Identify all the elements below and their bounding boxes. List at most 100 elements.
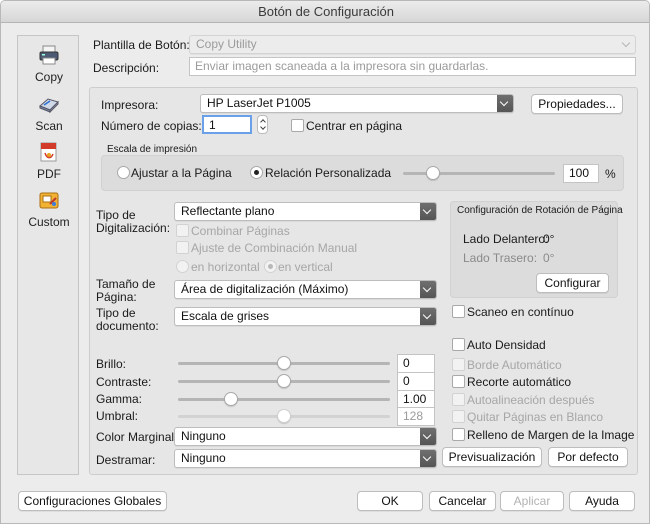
- fit-page-label: Ajustar a la Página: [131, 166, 232, 180]
- global-settings-button[interactable]: Configuraciones Globales: [18, 491, 167, 511]
- chevron-down-icon: [420, 450, 436, 467]
- printer-icon: [39, 45, 59, 65]
- copies-stepper[interactable]: [257, 115, 268, 134]
- chevron-down-icon: [619, 36, 635, 53]
- description-label: Descripción:: [93, 61, 160, 75]
- sidebar-item-label: Copy: [34, 70, 63, 84]
- contrast-slider-knob[interactable]: [277, 374, 291, 388]
- vertical-radio[interactable]: [264, 260, 277, 273]
- scan-type-label-line2: Digitalización:: [96, 221, 171, 235]
- sidebar-item-custom[interactable]: Custom: [18, 189, 80, 229]
- fit-page-radio[interactable]: [117, 166, 130, 179]
- template-label: Plantilla de Botón:: [93, 38, 190, 52]
- custom-icon: [39, 192, 59, 209]
- scan-type-value: Reflectante plano: [181, 204, 275, 218]
- sidebar-item-label: Scan: [35, 119, 63, 133]
- scan-type-select[interactable]: Reflectante plano: [174, 202, 437, 221]
- sidebar-item-scan[interactable]: Scan: [18, 93, 80, 133]
- back-side-value: 0°: [543, 251, 555, 265]
- sidebar-item-copy[interactable]: Copy: [18, 44, 80, 84]
- combine-pages-label: Combinar Páginas: [191, 224, 290, 238]
- default-button[interactable]: Por defecto: [548, 447, 628, 467]
- fill-margin-label: Relleno de Margen de la Image: [467, 428, 635, 442]
- fill-margin-checkbox[interactable]: [452, 428, 465, 441]
- properties-button[interactable]: Propiedades...: [531, 94, 623, 114]
- front-side-value: 0°: [543, 232, 555, 246]
- horizontal-radio[interactable]: [176, 260, 189, 273]
- chevron-down-icon: [497, 95, 513, 112]
- custom-ratio-radio[interactable]: [250, 166, 263, 179]
- combine-pages-checkbox[interactable]: [176, 224, 189, 237]
- ok-button[interactable]: OK: [357, 491, 423, 511]
- window-title: Botón de Configuración: [1, 1, 649, 23]
- sidebar-item-label: PDF: [37, 167, 61, 181]
- scan-type-label-line1: Tipo de: [96, 208, 136, 222]
- doc-type-value: Escala de grises: [181, 309, 270, 323]
- chevron-down-icon: [420, 308, 436, 325]
- page-size-label-line2: Página:: [96, 290, 137, 304]
- page-size-label-line1: Tamaño de: [96, 277, 156, 291]
- descreen-label: Destramar:: [96, 453, 156, 467]
- auto-border-label: Borde Automático: [467, 358, 562, 372]
- contrast-field[interactable]: 0: [397, 372, 435, 391]
- auto-crop-checkbox[interactable]: [452, 375, 465, 388]
- continuous-scan-label: Scaneo en contínuo: [467, 305, 574, 319]
- threshold-field[interactable]: 128: [397, 407, 435, 426]
- doc-type-select[interactable]: Escala de grises: [174, 307, 437, 326]
- auto-crop-label: Recorte automático: [467, 375, 572, 389]
- configuration-window: Botón de Configuración Copy Scan PDF Cus…: [0, 0, 650, 524]
- scanner-icon: [39, 98, 59, 114]
- gamma-slider-track[interactable]: [178, 398, 390, 401]
- printer-label: Impresora:: [101, 98, 159, 112]
- template-select[interactable]: Copy Utility: [189, 35, 636, 54]
- remove-blank-checkbox[interactable]: [452, 410, 465, 423]
- printer-value: HP LaserJet P1005: [207, 96, 311, 110]
- descreen-value: Ninguno: [181, 451, 226, 465]
- vertical-label: en vertical: [278, 260, 333, 274]
- brightness-slider-knob[interactable]: [277, 356, 291, 370]
- page-size-value: Área de digitalización (Máximo): [181, 282, 349, 296]
- copies-field[interactable]: 1: [202, 115, 252, 134]
- print-scale-title: Escala de impresión: [107, 144, 198, 155]
- page-size-select[interactable]: Área de digitalización (Máximo): [174, 280, 437, 299]
- chevron-down-icon: [420, 428, 436, 445]
- button-sidebar: Copy Scan PDF Custom: [17, 35, 79, 475]
- auto-border-checkbox[interactable]: [452, 358, 465, 371]
- manual-combine-checkbox[interactable]: [176, 241, 189, 254]
- chevron-down-icon: [420, 203, 436, 220]
- center-page-checkbox[interactable]: [291, 119, 304, 132]
- threshold-label: Umbral:: [96, 409, 139, 423]
- continuous-scan-checkbox[interactable]: [452, 305, 465, 318]
- contrast-label: Contraste:: [96, 375, 152, 389]
- cancel-button[interactable]: Cancelar: [429, 491, 496, 511]
- printer-select[interactable]: HP LaserJet P1005: [200, 94, 514, 113]
- margin-color-select[interactable]: Ninguno: [174, 427, 437, 446]
- auto-deskew-checkbox[interactable]: [452, 393, 465, 406]
- copies-label: Número de copias:: [101, 119, 202, 133]
- auto-deskew-label: Autoalineación después: [467, 393, 595, 407]
- help-button[interactable]: Ayuda: [569, 491, 635, 511]
- gamma-label: Gamma:: [96, 392, 143, 406]
- gamma-slider-knob[interactable]: [224, 392, 238, 406]
- brightness-field[interactable]: 0: [397, 354, 435, 373]
- sidebar-item-pdf[interactable]: PDF: [18, 141, 80, 181]
- descreen-select[interactable]: Ninguno: [174, 449, 437, 468]
- front-side-label: Lado Delantero:: [463, 232, 549, 246]
- pdf-icon: [40, 142, 57, 162]
- scale-percent-field[interactable]: 100: [563, 164, 599, 183]
- description-field[interactable]: Enviar imagen scaneada a la impresora si…: [189, 57, 636, 76]
- doc-type-label-line2: documento:: [96, 319, 159, 333]
- margin-color-label: Color Marginal:: [96, 430, 178, 444]
- margin-color-value: Ninguno: [181, 429, 226, 443]
- threshold-slider-knob[interactable]: [277, 409, 291, 423]
- configure-rotation-button[interactable]: Configurar: [536, 273, 609, 293]
- back-side-label: Lado Trasero:: [463, 251, 538, 265]
- brightness-label: Brillo:: [96, 357, 127, 371]
- center-page-label: Centrar en página: [306, 119, 403, 133]
- sidebar-item-label: Custom: [28, 215, 70, 229]
- apply-button[interactable]: Aplicar: [500, 491, 564, 511]
- preview-button[interactable]: Previsualización: [442, 447, 542, 467]
- rotation-title: Configuración de Rotación de Página: [457, 205, 623, 216]
- auto-density-checkbox[interactable]: [452, 338, 465, 351]
- auto-density-label: Auto Densidad: [467, 338, 546, 352]
